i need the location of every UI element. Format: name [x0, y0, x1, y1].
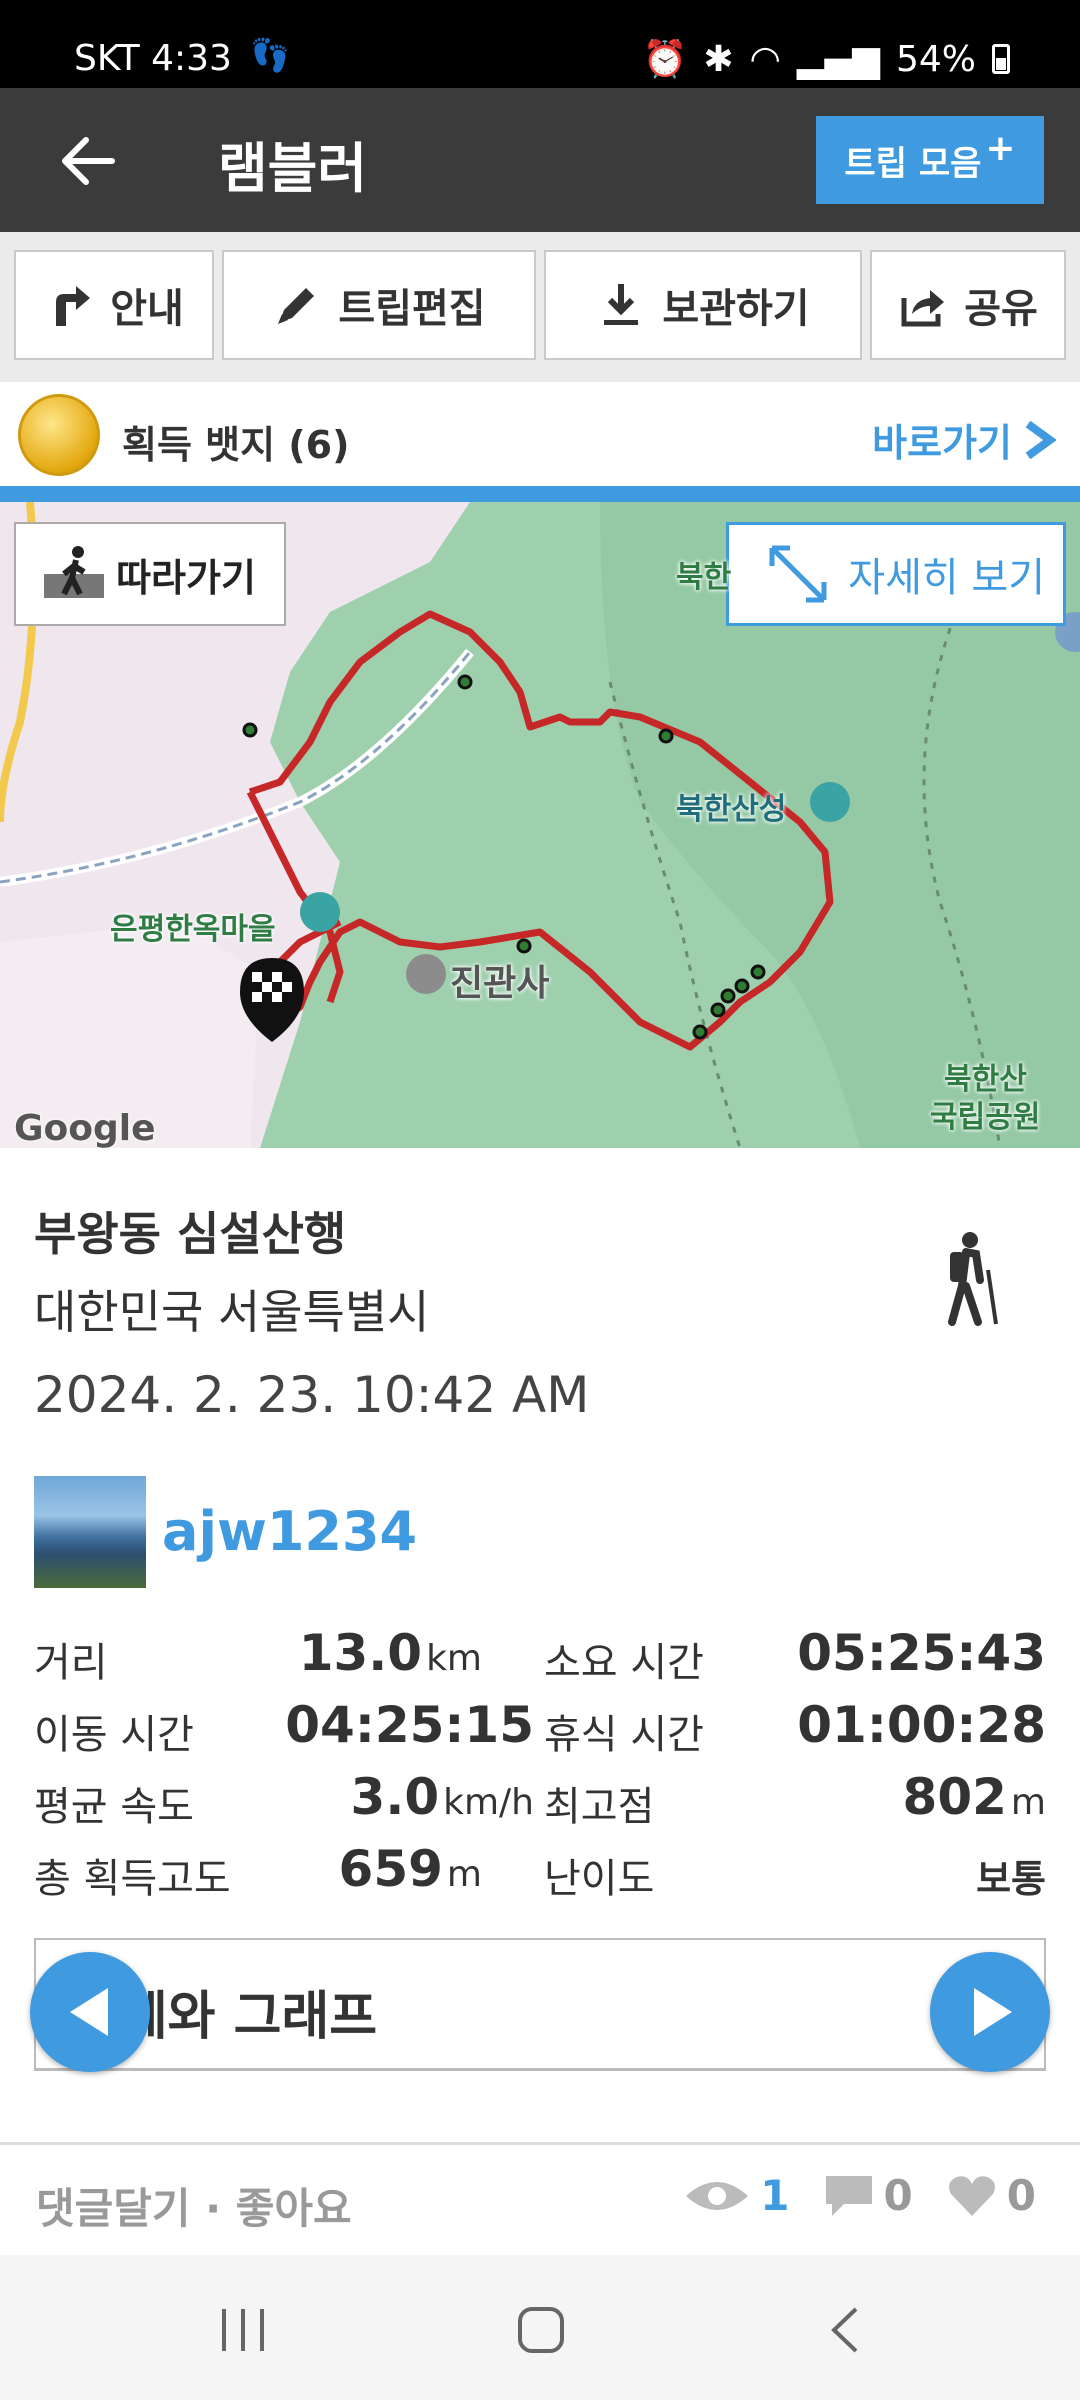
next-trip-button[interactable]: [930, 1952, 1050, 2072]
pencil-icon: [278, 288, 315, 324]
stat-distance-value: 13.0 km: [298, 1624, 482, 1682]
recents-icon[interactable]: [218, 2307, 268, 2353]
save-label: 보관하기: [662, 286, 810, 332]
guide-label: 안내: [110, 286, 184, 332]
map-label-village: 은평한옥마을: [110, 912, 276, 947]
divider-accent: [0, 486, 1080, 502]
app-bar: 램블러 트립 모음 +: [0, 88, 1080, 232]
stat-rest-value: 01:00:28: [797, 1696, 1046, 1754]
trip-datetime: 2024. 2. 23. 10:42 AM: [34, 1366, 590, 1424]
stat-max-elev-value: 802 m: [902, 1768, 1046, 1826]
route-map[interactable]: 따라가기 자세히 보기 은평한옥마을 진관사 북한산성 북한 북한산 국립공원 …: [0, 502, 1080, 1148]
share-button[interactable]: 공유: [870, 250, 1066, 360]
stats-row: 이동 시간 04:25:15 휴식 시간 01:00:28: [34, 1696, 1046, 1768]
badge-count-label: 획득 뱃지 (6): [122, 423, 350, 467]
alarm-icon: ⏰: [642, 39, 688, 80]
stat-ascent-label: 총 획득고도: [34, 1856, 231, 1902]
home-icon[interactable]: [516, 2305, 566, 2355]
comment-count: 0: [883, 2171, 913, 2220]
status-bar: SKT 4:33 👣 ⏰ ✱ ◠ ▂▄▆ 54%: [0, 0, 1080, 88]
stats-row: 총 획득고도 659 m 난이도 보통: [34, 1840, 1046, 1912]
walking-person-icon: [44, 546, 105, 598]
stat-distance-label: 거리: [34, 1640, 108, 1686]
share-icon: [901, 290, 945, 327]
back-arrow-icon[interactable]: [52, 126, 122, 196]
turn-arrow-icon: [56, 286, 91, 326]
stat-ascent-value: 659 m: [338, 1840, 482, 1898]
status-icons: ⏰ ✱ ◠ ▂▄▆ 54%: [642, 38, 1010, 80]
edit-trip-label: 트립편집: [338, 286, 486, 332]
bluetooth-icon: ✱: [703, 38, 734, 80]
trip-collection-label: 트립 모음: [844, 143, 982, 184]
badge-shortcut-label: 바로가기: [872, 421, 1012, 465]
social-counts: 1 0 0: [684, 2171, 1036, 2220]
plus-icon: +: [985, 127, 1016, 169]
stat-duration-value: 05:25:43: [797, 1624, 1046, 1682]
comment-like-link[interactable]: 댓글달기 · 좋아요: [36, 2175, 352, 2236]
trip-location: 대한민국 서울특별시: [34, 1285, 430, 1339]
user-name-link[interactable]: ajw1234: [162, 1500, 417, 1563]
battery-icon: [992, 44, 1010, 74]
stat-speed-label: 평균 속도: [34, 1784, 194, 1830]
trip-collection-button[interactable]: 트립 모음 +: [816, 116, 1044, 204]
hiker-icon: [948, 1232, 998, 1326]
guide-button[interactable]: 안내: [14, 250, 214, 360]
triangle-left-icon: [70, 1988, 108, 2036]
triangle-right-icon: [974, 1988, 1012, 2036]
heart-icon[interactable]: [947, 2174, 997, 2218]
wifi-icon: ◠: [749, 38, 781, 80]
badge-shortcut-link[interactable]: 바로가기: [872, 412, 1056, 467]
card-edge: [34, 2068, 1046, 2071]
trip-stats: 거리 13.0 km 소요 시간 05:25:43 이동 시간 04:25:15 …: [34, 1624, 1046, 1912]
stat-max-elev-label: 최고점: [544, 1784, 655, 1830]
expand-arrows-icon: [769, 545, 827, 603]
chevron-right-icon: [1025, 420, 1056, 459]
stats-row: 평균 속도 3.0 km/h 최고점 802 m: [34, 1768, 1046, 1840]
like-count: 0: [1006, 2171, 1036, 2220]
map-label-temple: 진관사: [450, 963, 550, 1004]
edit-trip-button[interactable]: 트립편집: [222, 250, 536, 360]
trip-title: 부왕동 심설산행: [34, 1207, 347, 1261]
follow-label: 따라가기: [116, 555, 256, 600]
save-button[interactable]: 보관하기: [544, 250, 862, 360]
eye-icon: [686, 2181, 749, 2210]
share-label: 공유: [964, 286, 1038, 332]
badge-bar[interactable]: 획득 뱃지 (6) 바로가기: [0, 382, 1080, 486]
status-carrier-time: SKT 4:33: [74, 38, 232, 79]
stat-moving-value: 04:25:15: [285, 1696, 534, 1754]
action-bar: 안내 트립편집 보관하기 공유: [0, 232, 1080, 382]
stat-rest-label: 휴식 시간: [544, 1712, 704, 1758]
download-icon: [604, 284, 639, 325]
stats-graph-card[interactable]: 통계와 그래프 ›: [34, 1938, 1046, 2070]
stat-difficulty-label: 난이도: [544, 1856, 655, 1902]
stat-duration-label: 소요 시간: [544, 1640, 704, 1686]
view-count: 1: [760, 2171, 790, 2220]
system-nav-bar: [0, 2255, 1080, 2400]
map-label-park-2: 국립공원: [930, 1100, 1041, 1135]
back-icon[interactable]: [828, 2305, 862, 2355]
stats-row: 거리 13.0 km 소요 시간 05:25:43: [34, 1624, 1046, 1696]
detail-view-label: 자세히 보기: [848, 555, 1045, 601]
user-avatar[interactable]: [34, 1476, 146, 1588]
stat-moving-label: 이동 시간: [34, 1712, 194, 1758]
battery-level: 54%: [895, 38, 976, 80]
signal-icon: ▂▄▆: [796, 38, 880, 80]
stat-speed-value: 3.0 km/h: [350, 1768, 534, 1826]
social-footer: 댓글달기 · 좋아요 1 0 0: [0, 2145, 1080, 2255]
previous-trip-button[interactable]: [30, 1952, 150, 2072]
google-attribution: Google: [14, 1108, 156, 1148]
app-title: 램블러: [218, 137, 368, 200]
footsteps-icon: 👣: [250, 36, 290, 74]
follow-button[interactable]: 따라가기: [14, 522, 286, 626]
stat-difficulty-value: 보통: [976, 1857, 1046, 1901]
comment-icon: [825, 2175, 872, 2216]
map-label-fortress: 북한산성: [676, 792, 787, 827]
map-label-north: 북한: [676, 560, 732, 595]
detail-view-button[interactable]: 자세히 보기: [726, 522, 1066, 626]
medal-icon: [18, 394, 100, 476]
